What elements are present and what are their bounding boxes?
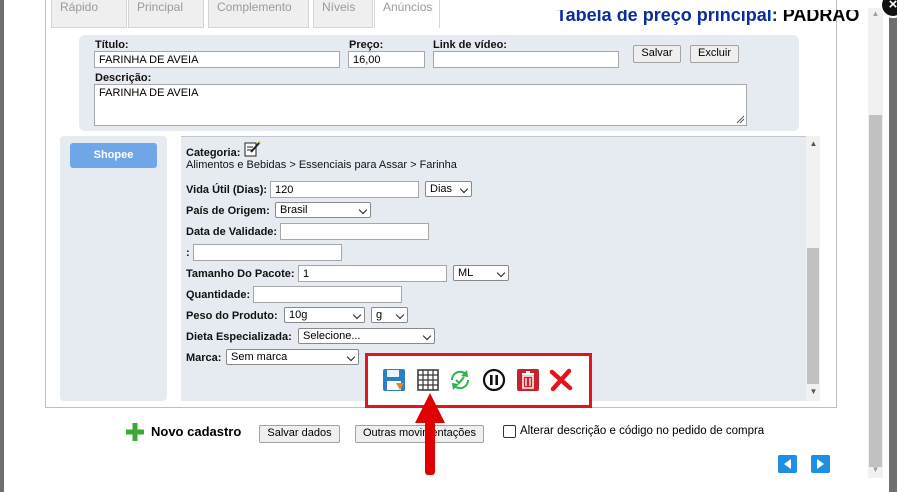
pause-icon[interactable] bbox=[482, 368, 506, 392]
alter-description-label: Alterar descrição e código no pedido de … bbox=[520, 425, 765, 437]
tab-principal[interactable]: Principal bbox=[128, 0, 204, 28]
quantity-input[interactable] bbox=[253, 286, 402, 303]
plus-icon[interactable] bbox=[126, 423, 144, 441]
page-scroll-down-icon[interactable]: ▼ bbox=[868, 464, 883, 476]
delete-button[interactable]: Excluir bbox=[690, 45, 739, 63]
weight-select[interactable]: 10g bbox=[284, 307, 365, 323]
marketplace-sidebar bbox=[60, 136, 167, 401]
diet-select[interactable]: Selecione... bbox=[298, 328, 435, 344]
title-label: Título: bbox=[95, 39, 129, 51]
quantity-label: Quantidade: bbox=[186, 289, 251, 301]
edit-category-icon[interactable] bbox=[244, 140, 262, 157]
origin-label: País de Origem: bbox=[186, 205, 270, 217]
resize-handle-icon[interactable] bbox=[736, 115, 745, 124]
blank-attribute-input[interactable] bbox=[193, 244, 342, 261]
weight-unit-select[interactable]: g bbox=[371, 307, 408, 323]
save-icon[interactable] bbox=[382, 368, 406, 392]
brand-label: Marca: bbox=[186, 352, 222, 364]
page-scrollbar-thumb[interactable] bbox=[869, 115, 882, 467]
shelf-life-input[interactable]: 120 bbox=[270, 181, 419, 198]
description-textarea[interactable]: FARINHA DE AVEIA bbox=[94, 84, 747, 126]
alter-description-checkbox[interactable] bbox=[503, 425, 516, 438]
close-x-icon[interactable] bbox=[549, 368, 573, 392]
diet-label: Dieta Especializada: bbox=[186, 331, 292, 343]
validity-label: Data de Validade: bbox=[186, 226, 278, 238]
description-label: Descrição: bbox=[95, 72, 152, 84]
scrollbar-thumb[interactable] bbox=[807, 248, 819, 384]
price-label: Preço: bbox=[349, 39, 384, 51]
shopee-button[interactable]: Shopee bbox=[70, 143, 157, 168]
blank-attribute-label: : bbox=[186, 247, 190, 259]
attributes-scrollbar[interactable]: ▲ ▼ bbox=[806, 136, 820, 401]
background-overlay-left bbox=[0, 0, 4, 492]
save-button[interactable]: Salvar bbox=[633, 45, 681, 63]
tab-rapido[interactable]: Rápido bbox=[51, 0, 127, 28]
new-record-link[interactable]: Novo cadastro bbox=[151, 424, 241, 439]
next-arrow-icon[interactable] bbox=[811, 455, 830, 473]
brand-select[interactable]: Sem marca bbox=[226, 349, 359, 365]
background-overlay-right bbox=[889, 0, 897, 492]
tab-label: Anúncios bbox=[383, 0, 433, 14]
tab-label: Principal bbox=[137, 0, 184, 14]
category-path: Alimentos e Bebidas > Essenciais para As… bbox=[186, 159, 457, 171]
tab-label: Rápido bbox=[60, 0, 99, 14]
trash-icon[interactable] bbox=[516, 368, 540, 392]
shelf-life-label: Vida Útil (Dias): bbox=[186, 184, 268, 196]
category-label: Categoria: bbox=[186, 147, 241, 159]
weight-label: Peso do Produto: bbox=[186, 310, 278, 322]
package-size-unit-select[interactable]: ML bbox=[453, 265, 509, 281]
sync-check-icon[interactable] bbox=[448, 368, 472, 392]
tab-label: Complemento bbox=[217, 0, 292, 14]
shelf-life-unit-select[interactable]: Dias bbox=[425, 181, 472, 197]
tab-complemento[interactable]: Complemento bbox=[208, 0, 309, 28]
tab-niveis[interactable]: Níveis bbox=[313, 0, 373, 28]
package-size-input[interactable]: 1 bbox=[298, 265, 447, 282]
tab-label: Níveis bbox=[322, 0, 356, 14]
scroll-up-arrow-icon[interactable]: ▲ bbox=[806, 138, 821, 150]
annotation-arrow-icon bbox=[415, 393, 445, 475]
title-input[interactable]: FARINHA DE AVEIA bbox=[94, 51, 340, 68]
grid-icon[interactable] bbox=[416, 368, 440, 392]
tab-anuncios[interactable]: Anúncios bbox=[374, 0, 440, 28]
previous-arrow-icon[interactable] bbox=[778, 455, 797, 473]
origin-select[interactable]: Brasil bbox=[275, 202, 371, 218]
validity-input[interactable] bbox=[280, 223, 429, 240]
scroll-down-arrow-icon[interactable]: ▼ bbox=[806, 386, 821, 398]
save-data-button[interactable]: Salvar dados bbox=[259, 425, 340, 443]
video-link-label: Link de vídeo: bbox=[433, 39, 507, 51]
page-scrollbar[interactable]: ▲ ▼ bbox=[868, 8, 883, 478]
video-link-input[interactable] bbox=[433, 51, 619, 68]
price-input[interactable]: 16,00 bbox=[348, 51, 425, 68]
package-size-label: Tamanho Do Pacote: bbox=[186, 268, 295, 280]
